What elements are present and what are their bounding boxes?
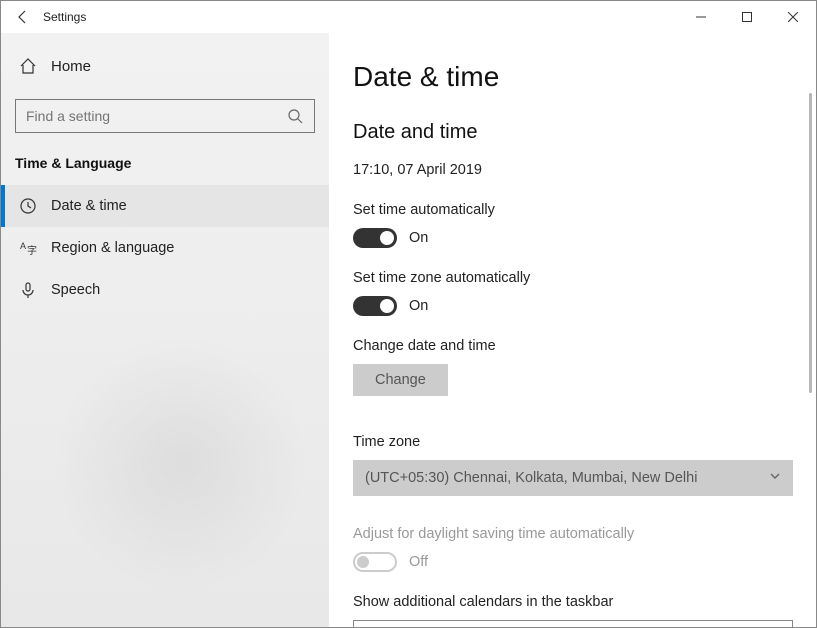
sidebar-item-label: Region & language [51,240,174,256]
main-content: Date & time Date and time 17:10, 07 Apri… [329,33,816,627]
current-datetime: 17:10, 07 April 2019 [353,162,792,178]
additional-calendars-dropdown[interactable] [353,620,793,627]
scrollbar[interactable] [809,93,812,393]
svg-text:字: 字 [27,244,37,257]
timezone-label: Time zone [353,434,792,450]
page-title: Date & time [353,61,792,93]
section-heading: Date and time [353,121,792,144]
change-date-time-label: Change date and time [353,338,792,354]
sidebar-item-date-time[interactable]: Date & time [1,185,329,227]
search-icon [286,107,304,125]
home-label: Home [51,58,91,75]
window-title: Settings [43,10,86,24]
back-button[interactable] [9,3,37,31]
timezone-value: (UTC+05:30) Chennai, Kolkata, Mumbai, Ne… [365,470,697,486]
change-button: Change [353,364,448,396]
set-time-auto-label: Set time automatically [353,202,792,218]
search-input[interactable] [26,108,286,124]
dst-state: Off [409,554,428,570]
set-time-auto-state: On [409,230,428,246]
sidebar-item-label: Speech [51,282,100,298]
dst-label: Adjust for daylight saving time automati… [353,526,792,542]
titlebar: Settings [1,1,816,33]
sidebar: Home Time & Language Date & time A字 Regi… [1,33,329,627]
close-button[interactable] [770,1,816,33]
search-box[interactable] [15,99,315,133]
set-tz-auto-toggle[interactable] [353,296,397,316]
sidebar-item-region-language[interactable]: A字 Region & language [1,227,329,269]
set-tz-auto-label: Set time zone automatically [353,270,792,286]
home-link[interactable]: Home [15,51,315,81]
svg-text:A: A [20,241,26,251]
timezone-dropdown[interactable]: (UTC+05:30) Chennai, Kolkata, Mumbai, Ne… [353,460,793,496]
set-tz-auto-state: On [409,298,428,314]
dst-toggle [353,552,397,572]
home-icon [19,57,37,75]
globe-alpha-icon: A字 [19,239,37,257]
clock-icon [19,197,37,215]
sidebar-item-speech[interactable]: Speech [1,269,329,311]
maximize-button[interactable] [724,1,770,33]
microphone-icon [19,281,37,299]
category-header: Time & Language [15,155,315,171]
minimize-button[interactable] [678,1,724,33]
sidebar-item-label: Date & time [51,198,127,214]
set-time-auto-toggle[interactable] [353,228,397,248]
additional-calendars-label: Show additional calendars in the taskbar [353,594,792,610]
chevron-down-icon [769,470,781,486]
